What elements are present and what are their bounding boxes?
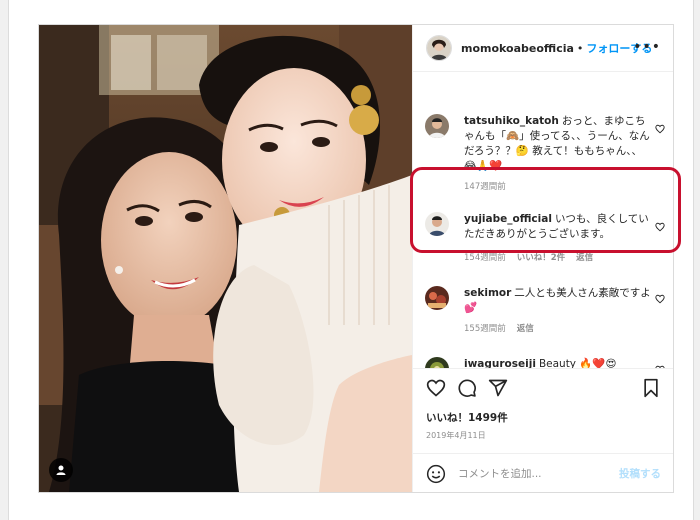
add-comment-input[interactable]: コメントを追加... [458,466,619,481]
comment-likes[interactable]: いいね！2件 [517,253,565,263]
account-username[interactable]: momokoabeofficia [461,42,574,55]
user-tag-icon[interactable] [49,458,73,482]
header-separator: • [576,41,584,55]
post-comment-button[interactable]: 投稿する [619,466,661,481]
comment-username[interactable]: yujiabe_official [464,213,552,225]
comment-body: tatsuhiko_katoh おっと、まゆこちゃんも「🙈」使ってる、、うーん、な… [464,114,654,195]
comment-like-heart-icon[interactable] [655,222,665,232]
comments-list[interactable]: tatsuhiko_katoh おっと、まゆこちゃんも「🙈」使ってる、、うーん、な… [413,72,673,368]
comment-icon[interactable] [457,378,477,398]
comment-text: Beauty 🔥❤️😍 [538,358,617,368]
commenter-avatar[interactable] [425,286,449,310]
comment-time[interactable]: 154週間前 [464,253,506,263]
comment-username[interactable]: tatsuhiko_katoh [464,115,559,127]
share-icon[interactable] [488,378,508,398]
post-header: momokoabeofficia • フォローする ••• [413,25,673,72]
post-actions-bar [413,368,673,409]
reply-button[interactable]: 返信 [576,253,593,263]
heart-icon[interactable] [426,378,446,398]
commenter-avatar[interactable] [425,357,449,368]
likes-count[interactable]: いいね！1499件 [426,410,508,425]
comment-like-heart-icon[interactable] [655,124,665,134]
commenter-avatar[interactable] [425,114,449,138]
comment-body: yujiabe_official いつも、良くしていただきありがとうございます。 … [464,212,654,266]
comment-meta: 154週間前 いいね！2件 返信 [464,251,654,266]
smiley-icon[interactable] [426,464,446,484]
comment-meta: 147週間前 [464,180,654,195]
comment-time[interactable]: 147週間前 [464,182,506,192]
post-photo[interactable] [39,25,412,492]
comment-body: sekimor 二人とも美人さん素敵ですよ💕 155週間前 返信 [464,286,654,337]
instagram-post: momokoabeofficia • フォローする ••• tatsuhiko_… [38,24,674,493]
comment-username[interactable]: iwaguroseiji [464,358,536,368]
post-date: 2019年4月11日 [426,431,486,440]
comment-body: iwaguroseiji Beauty 🔥❤️😍 [464,357,654,368]
selfie-illustration [39,25,412,492]
comment-like-heart-icon[interactable] [655,294,665,304]
add-comment-bar: コメントを追加... 投稿する [413,453,673,492]
reply-button[interactable]: 返信 [517,324,534,334]
account-avatar[interactable] [426,35,452,61]
more-options-icon[interactable]: ••• [633,39,661,55]
comment-username[interactable]: sekimor [464,287,511,299]
bookmark-icon[interactable] [641,378,661,398]
post-side-panel: momokoabeofficia • フォローする ••• tatsuhiko_… [412,25,673,492]
comment-meta: 155週間前 返信 [464,322,654,337]
commenter-avatar[interactable] [425,212,449,236]
comment-time[interactable]: 155週間前 [464,324,506,334]
